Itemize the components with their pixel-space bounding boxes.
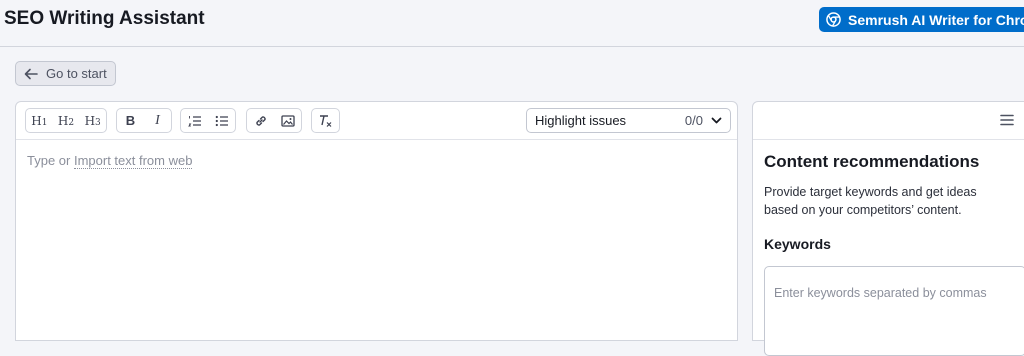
go-to-start-label: Go to start [46,66,107,81]
chevron-down-icon [711,117,722,123]
heading-1-button[interactable]: H1 [26,109,53,132]
panel-title: Content recommendations [764,152,980,171]
semrush-ai-writer-button[interactable]: Semrush AI Writer for Chrome [819,7,1024,32]
editor-placeholder: Type or [27,153,74,168]
insert-group [246,108,302,133]
panel-description: Provide target keywords and get ideas ba… [764,185,977,217]
keywords-input[interactable]: Enter keywords separated by commas [764,266,1024,356]
heading-3-button[interactable]: H3 [79,109,106,132]
issues-count: 0/0 [684,113,703,128]
clear-format-icon [320,114,332,127]
link-button[interactable] [247,109,274,132]
import-text-link[interactable]: Import text from web [73,153,193,169]
heading-3-label: H [84,113,96,128]
heading-3-level: 3 [95,117,101,128]
ordered-list-icon [187,115,201,126]
text-editor: H1 H2 H3 B I Highlight issues 0/0 Type o… [15,101,738,341]
ordered-list-button[interactable] [181,109,208,132]
go-to-start-button[interactable]: Go to start [15,61,116,86]
heading-2-level: 2 [68,117,75,128]
clear-group [311,108,340,133]
chrome-icon [826,12,841,27]
top-bar: SEO Writing Assistant Semrush AI Writer … [0,0,1024,47]
bold-button[interactable]: B [117,109,144,132]
bullet-list-icon [215,115,228,126]
italic-icon: I [155,112,160,128]
editor-toolbar: H1 H2 H3 B I Highlight issues 0/0 [16,102,737,140]
heading-1-label: H [31,113,42,128]
content-recommendations-panel: Content recommendations Provide target k… [752,101,1024,356]
highlight-issues-select[interactable]: Highlight issues 0/0 [526,108,731,133]
clear-format-button[interactable] [312,109,339,132]
list-group [180,108,236,133]
panel-header [753,102,1024,140]
menu-icon[interactable] [998,112,1016,128]
image-button[interactable] [274,109,301,132]
highlight-issues-label: Highlight issues [535,113,627,128]
heading-2-label: H [57,113,69,128]
heading-1-level: 1 [41,117,48,128]
page-title: SEO Writing Assistant [4,8,205,29]
bullet-list-button[interactable] [208,109,235,132]
editor-content[interactable]: Type or Import text from web [27,153,193,169]
bold-icon: B [125,113,136,128]
format-group: B I [116,108,172,133]
italic-button[interactable]: I [144,109,171,132]
image-icon [280,114,295,127]
arrow-left-icon [24,68,38,79]
heading-2-button[interactable]: H2 [53,109,80,132]
semrush-ai-writer-label: Semrush AI Writer for Chrome [848,11,1024,28]
link-icon [255,115,266,126]
keywords-label: Keywords [764,236,831,252]
heading-group: H1 H2 H3 [25,108,107,133]
